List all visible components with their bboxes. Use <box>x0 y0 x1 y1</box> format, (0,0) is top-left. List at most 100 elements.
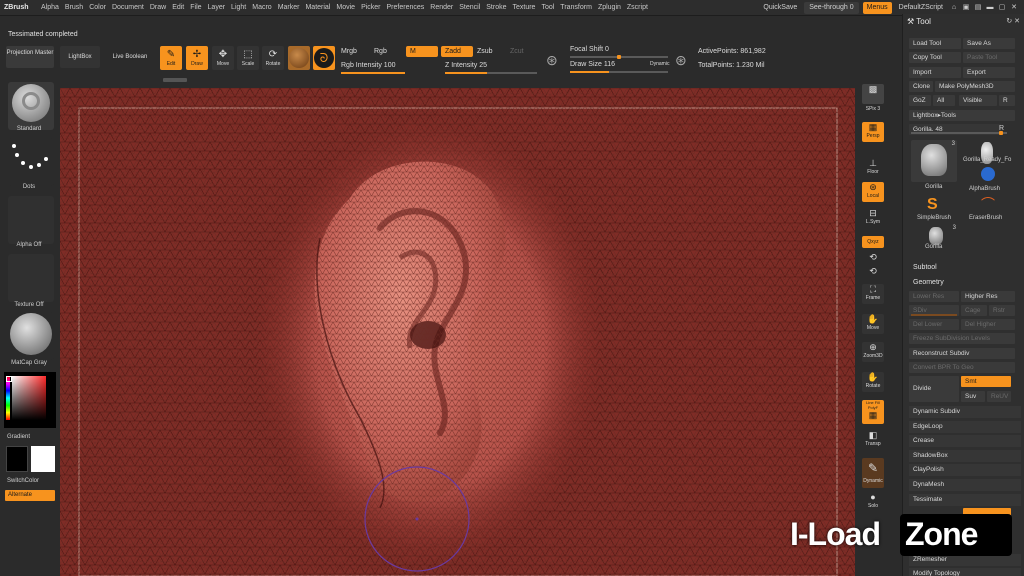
lsym-button[interactable]: ⊟ L.Sym <box>862 208 884 228</box>
zadd-button[interactable]: Zadd <box>441 46 473 57</box>
zcut-button[interactable]: Zcut <box>510 48 524 55</box>
zoom3d-button[interactable]: ⊕ Zoom3D <box>862 342 884 362</box>
canvas-viewport[interactable] <box>60 88 855 576</box>
paste-tool-button[interactable]: Paste Tool <box>963 52 1015 63</box>
m-button[interactable]: M <box>406 46 438 57</box>
alternate-button[interactable]: Alternate <box>5 490 55 501</box>
focal-shift-knob[interactable] <box>617 55 621 59</box>
higher-res-button[interactable]: Higher Res <box>961 291 1015 302</box>
z-intensity-slider[interactable] <box>445 72 537 74</box>
live-boolean-button[interactable]: Live Boolean <box>108 46 152 68</box>
reuv-toggle[interactable]: ReUV <box>987 391 1011 402</box>
menu-movie[interactable]: Movie <box>333 0 358 16</box>
xyz-button[interactable]: Qxyz <box>862 236 884 248</box>
menu-preferences[interactable]: Preferences <box>384 0 428 16</box>
projection-master-button[interactable]: Projection Master <box>6 46 54 68</box>
menu-draw[interactable]: Draw <box>147 0 169 16</box>
focal-shift-label[interactable]: Focal Shift 0 <box>570 46 609 53</box>
lightbox-button[interactable]: LightBox <box>60 46 100 68</box>
local-button[interactable]: ⊛ Local <box>862 182 884 202</box>
persp-button[interactable]: ▦ Persp <box>862 122 884 142</box>
menu-texture[interactable]: Texture <box>509 0 538 16</box>
visible-button[interactable]: Visible <box>959 95 997 106</box>
reconstruct-subdiv-button[interactable]: Reconstruct Subdiv <box>909 348 1015 359</box>
palette-item-claypolish[interactable]: ClayPolish <box>909 464 1021 476</box>
simplebrush-icon[interactable]: S <box>927 196 943 214</box>
color-marker[interactable] <box>6 376 12 382</box>
export-button[interactable]: Export <box>963 67 1015 78</box>
rotate-view-button[interactable]: ✋ Rotate <box>862 372 884 392</box>
scale-button[interactable]: ⬚ Scale <box>237 46 259 70</box>
menu-edit[interactable]: Edit <box>169 0 187 16</box>
current-tool-track[interactable] <box>911 131 1007 135</box>
transp-button[interactable]: ◧ Transp <box>862 430 884 450</box>
divide-button[interactable]: Divide <box>909 376 959 402</box>
home-icon[interactable]: ⌂ <box>950 4 958 12</box>
menu-material[interactable]: Material <box>302 0 333 16</box>
subtool-section[interactable]: Subtool <box>913 264 937 271</box>
hue-strip[interactable] <box>6 376 10 420</box>
menu-stencil[interactable]: Stencil <box>456 0 483 16</box>
dynamic-button[interactable]: ✎ Dynamic <box>862 458 884 488</box>
move-view-button[interactable]: ✋ Move <box>862 314 884 334</box>
geometry-section[interactable]: Geometry <box>913 279 944 286</box>
import-button[interactable]: Import <box>909 67 961 78</box>
lock-icon[interactable]: ▣ <box>962 4 970 12</box>
eraserbrush-icon[interactable]: ⌒ <box>981 196 999 212</box>
rgb-button[interactable]: Rgb <box>374 48 387 55</box>
see-through-slider[interactable]: See-through 0 <box>804 2 859 14</box>
palette-item-dynamic-subdiv[interactable]: Dynamic Subdiv <box>909 406 1021 418</box>
color-picker-field[interactable] <box>12 376 46 420</box>
palette-item-tessimate[interactable]: Tessimate <box>909 494 1021 506</box>
draw-size-slider[interactable] <box>570 71 668 73</box>
palette-item-modify-topology[interactable]: Modify Topology <box>909 568 1021 576</box>
make-polymesh-button[interactable]: Make PolyMesh3D <box>935 81 1015 92</box>
focal-shift-slider[interactable] <box>570 55 668 59</box>
mrgb-button[interactable]: Mrgb <box>341 48 357 55</box>
palette-title-row[interactable]: ⚒ Tool <box>907 17 931 26</box>
menu-zscript[interactable]: Zscript <box>624 0 651 16</box>
palette-close-icon[interactable]: ↻ ✕ <box>1006 17 1020 25</box>
freeze-subdiv-button[interactable]: Freeze SubDivision Levels <box>909 333 1015 344</box>
menu-file[interactable]: File <box>187 0 204 16</box>
layout-icon[interactable]: ▤ <box>974 4 982 12</box>
smt-toggle[interactable]: Smt <box>961 376 1011 387</box>
palette-item-shadowbox[interactable]: ShadowBox <box>909 450 1021 462</box>
load-tool-button[interactable]: Load Tool <box>909 38 961 49</box>
z-intensity-label[interactable]: Z Intensity 25 <box>445 62 487 69</box>
main-color-swatch[interactable] <box>31 446 55 472</box>
rstr-button[interactable]: Rstr <box>989 305 1015 316</box>
menu-zplugin[interactable]: Zplugin <box>595 0 624 16</box>
solo-button[interactable]: ● Solo <box>862 492 884 512</box>
bpr-button[interactable]: ▩ <box>862 84 884 104</box>
draw-size-label[interactable]: Draw Size 116 <box>570 61 615 68</box>
menu-macro[interactable]: Macro <box>249 0 274 16</box>
edit-button[interactable]: ✎ Edit <box>160 46 182 70</box>
palette-item-edgeloop[interactable]: EdgeLoop <box>909 421 1021 433</box>
tool-tile-gorilla-ready[interactable] <box>963 140 1015 170</box>
rotate-button[interactable]: ⟳ Rotate <box>262 46 284 70</box>
secondary-color-swatch[interactable] <box>6 446 28 472</box>
menu-light[interactable]: Light <box>228 0 249 16</box>
menu-marker[interactable]: Marker <box>275 0 303 16</box>
save-as-button[interactable]: Save As <box>963 38 1015 49</box>
rotate-y-button[interactable]: ⟲ <box>862 252 884 266</box>
lightbox-tools-button[interactable]: Lightbox▸Tools <box>909 110 1015 121</box>
r-button[interactable]: R <box>999 95 1015 106</box>
draw-button[interactable]: ✢ Draw <box>186 46 208 70</box>
alpha-thumb[interactable] <box>8 196 54 244</box>
lower-res-button[interactable]: Lower Res <box>909 291 959 302</box>
clone-button[interactable]: Clone <box>909 81 933 92</box>
switchcolor-label[interactable]: SwitchColor <box>0 478 58 484</box>
material-thumb[interactable] <box>8 312 54 360</box>
menu-tool[interactable]: Tool <box>538 0 557 16</box>
zsub-button[interactable]: Zsub <box>477 48 493 55</box>
menu-render[interactable]: Render <box>427 0 456 16</box>
default-zscript-button[interactable]: DefaultZScript <box>896 2 946 14</box>
goz-button[interactable]: GoZ <box>909 95 931 106</box>
menu-document[interactable]: Document <box>109 0 147 16</box>
suv-toggle[interactable]: Suv <box>961 391 985 402</box>
rgb-intensity-label[interactable]: Rgb Intensity 100 <box>341 62 395 69</box>
frame-button[interactable]: ⛶ Frame <box>862 284 884 304</box>
minimize-icon[interactable]: ▬ <box>986 4 994 12</box>
